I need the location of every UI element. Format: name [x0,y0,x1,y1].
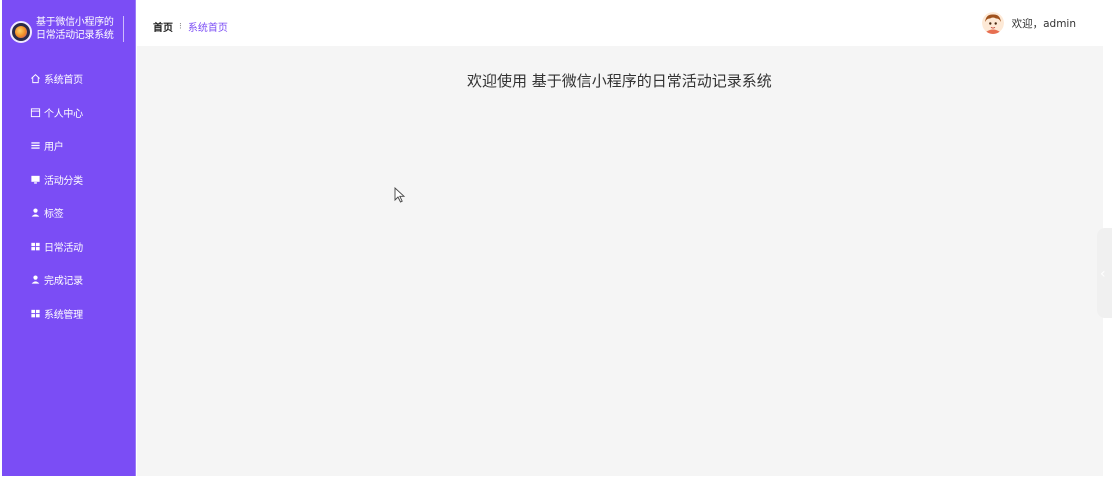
sidebar-item-activity-category[interactable]: 活动分类 [2,163,136,197]
breadcrumb-current: 系统首页 [187,23,228,34]
sidebar-item-tags[interactable]: 标签 [2,196,136,230]
monitor-icon [30,174,41,185]
breadcrumb-home-link[interactable]: 首页 [153,19,173,34]
mouse-cursor-icon [394,187,406,203]
brand: 基于微信小程序的日常活动记录系统 [2,0,136,46]
sidebar-item-label: 完成记录 [44,276,83,288]
sidebar-item-label: 系统首页 [44,75,83,87]
collapse-handle[interactable]: ‹ [1097,228,1112,318]
sidebar-item-label: 用户 [44,142,64,154]
user-icon [30,207,41,218]
sidebar: 基于微信小程序的日常活动记录系统 系统首页 个人中心 用户 活动分类 标签 日常… [2,0,136,476]
sidebar-item-users[interactable]: 用户 [2,129,136,163]
sidebar-item-label: 活动分类 [44,175,83,187]
user-greeting: 欢迎，admin [1011,17,1076,30]
grid-icon [30,241,41,252]
app-logo [10,21,32,43]
brand-title: 基于微信小程序的日常活动记录系统 [36,17,114,41]
breadcrumb-separator: ⁝ [179,21,182,32]
sidebar-item-profile[interactable]: 个人中心 [2,96,136,130]
welcome-title: 欢迎使用 基于微信小程序的日常活动记录系统 [467,72,772,90]
chevron-left-icon: ‹ [1100,266,1106,282]
user-icon [30,274,41,285]
sidebar-item-label: 标签 [44,209,64,221]
home-icon [30,73,41,84]
sidebar-item-label: 系统管理 [44,309,83,321]
user-menu[interactable]: 欢迎，admin [981,12,1076,34]
sidebar-item-completion-records[interactable]: 完成记录 [2,263,136,297]
brand-divider [123,16,124,42]
sidebar-item-label: 个人中心 [44,108,83,120]
list-icon [30,140,41,151]
sidebar-item-label: 日常活动 [44,242,83,254]
breadcrumb: 首页 ⁝ 系统首页 [153,19,228,35]
sidebar-menu: 系统首页 个人中心 用户 活动分类 标签 日常活动 完成记录 系统管理 [2,62,136,330]
sidebar-item-daily-activity[interactable]: 日常活动 [2,230,136,264]
avatar[interactable] [981,12,1004,34]
top-header: 首页 ⁝ 系统首页 欢迎，admin [137,0,1112,46]
sidebar-item-system-management[interactable]: 系统管理 [2,297,136,331]
main-content: 欢迎使用 基于微信小程序的日常活动记录系统 [137,46,1103,476]
sidebar-item-home[interactable]: 系统首页 [2,62,136,96]
grid-icon [30,308,41,319]
calendar-icon [30,107,41,118]
